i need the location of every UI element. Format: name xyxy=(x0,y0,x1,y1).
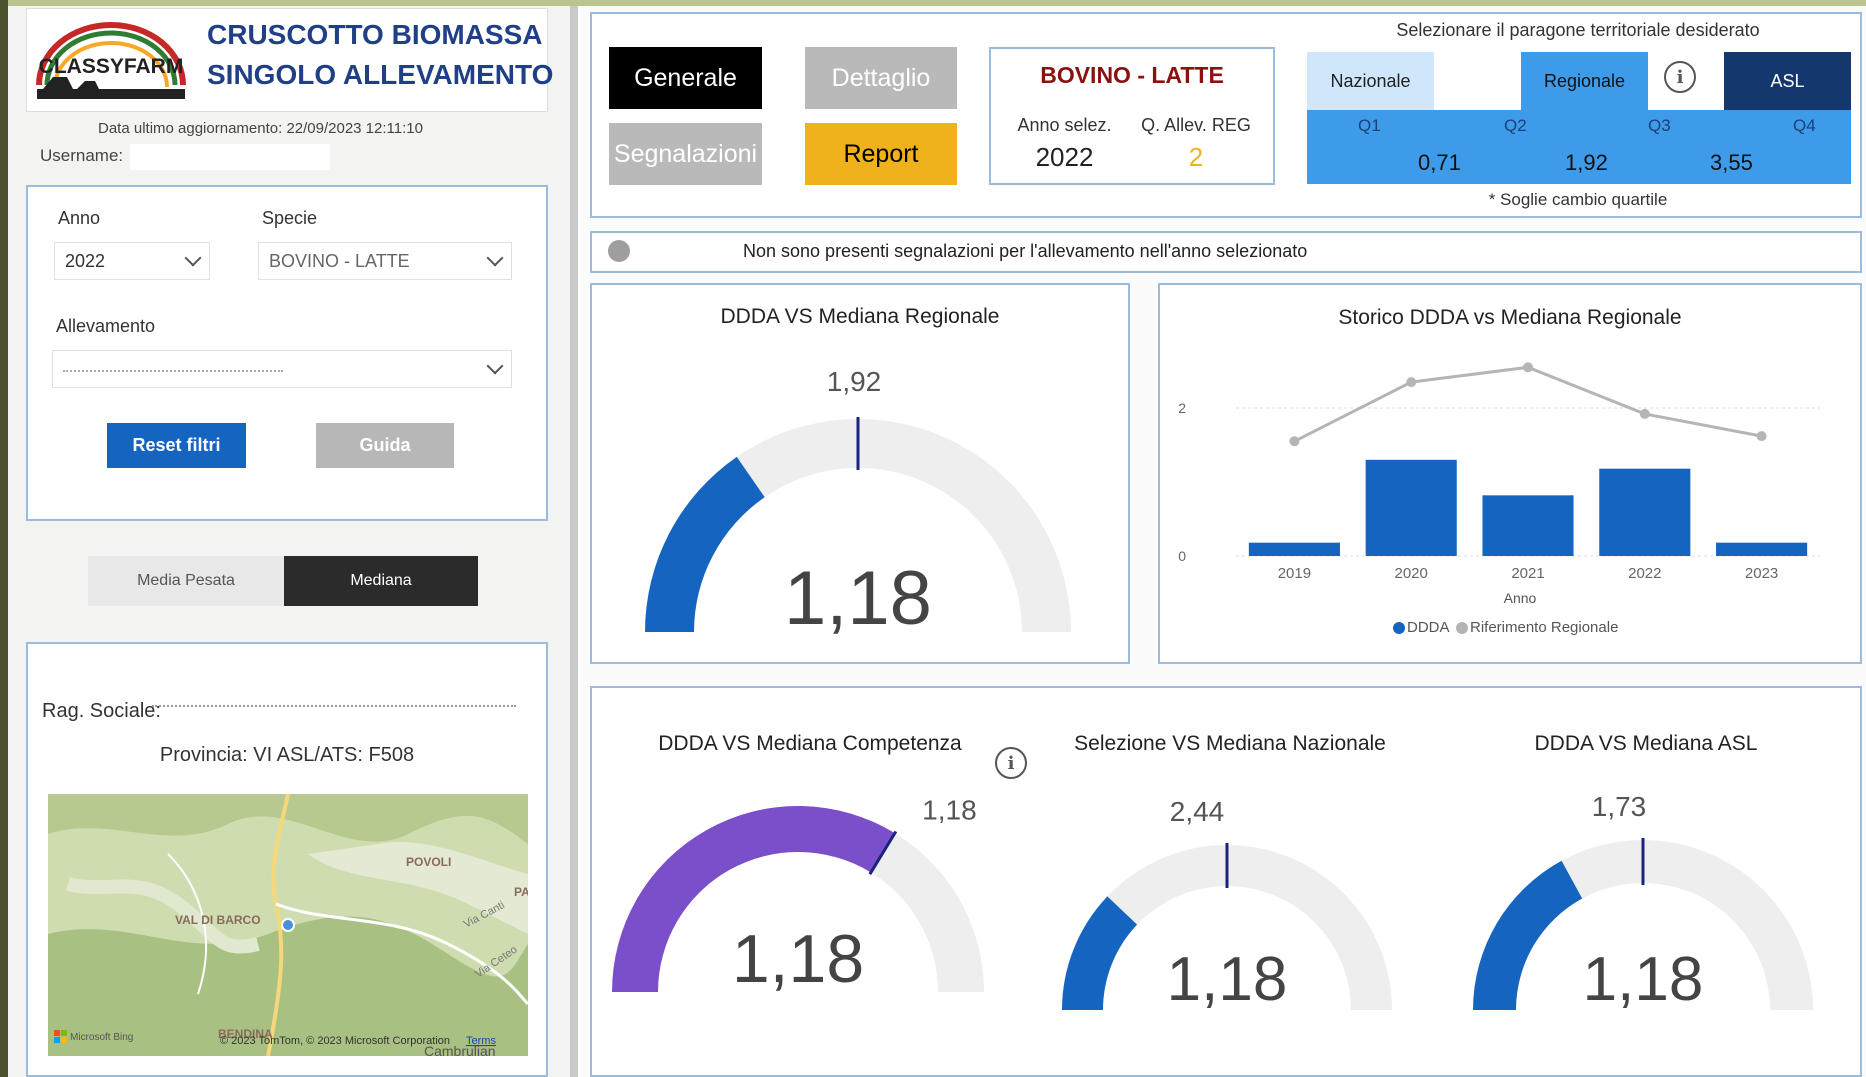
bottom-gauges: 1,18 1,18 2,44 1,18 1,73 1,18 xyxy=(612,791,1813,1014)
gauge-nazionale-value: 1,18 xyxy=(1167,945,1288,1014)
gauge-competenza-value: 1,18 xyxy=(732,921,864,997)
gauge-competenza-target-label: 1,18 xyxy=(922,794,977,825)
gauge-asl-target-label: 1,73 xyxy=(1592,791,1647,822)
gauge-asl-fill xyxy=(1473,860,1583,1010)
gauge-nazionale-target-label: 2,44 xyxy=(1170,796,1225,827)
gauge-asl-value: 1,18 xyxy=(1583,945,1704,1014)
